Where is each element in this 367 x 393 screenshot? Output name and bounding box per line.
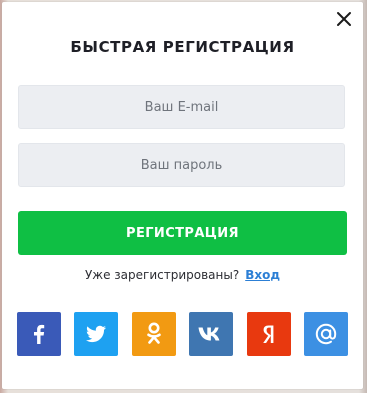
mail-button[interactable] xyxy=(303,312,348,356)
facebook-button[interactable] xyxy=(17,312,61,356)
odnoklassniki-icon xyxy=(146,322,161,344)
modal-title: БЫСТРАЯ РЕГИСТРАЦИЯ xyxy=(70,38,295,56)
register-button[interactable]: РЕГИСТРАЦИЯ xyxy=(18,211,347,255)
close-icon xyxy=(337,12,351,26)
twitter-icon xyxy=(86,325,107,343)
vk-icon xyxy=(198,327,220,341)
yandex-icon xyxy=(262,325,273,343)
already-registered-text: Уже зарегистрированы? xyxy=(84,268,240,282)
registration-modal: БЫСТРАЯ РЕГИСТРАЦИЯ РЕГИСТРАЦИЯ Уже заре… xyxy=(2,2,363,389)
email-input[interactable] xyxy=(18,85,345,129)
social-login-bar xyxy=(17,312,348,356)
yandex-button[interactable] xyxy=(246,312,291,356)
at-sign-icon xyxy=(315,323,337,345)
odnoklassniki-button[interactable] xyxy=(131,312,176,356)
vk-button[interactable] xyxy=(189,312,234,356)
twitter-button[interactable] xyxy=(74,312,119,356)
password-input[interactable] xyxy=(18,143,345,187)
facebook-icon xyxy=(34,324,45,344)
close-button[interactable] xyxy=(333,8,355,30)
login-prompt: Уже зарегистрированы? Вход xyxy=(2,268,363,282)
login-link[interactable]: Вход xyxy=(245,268,280,282)
